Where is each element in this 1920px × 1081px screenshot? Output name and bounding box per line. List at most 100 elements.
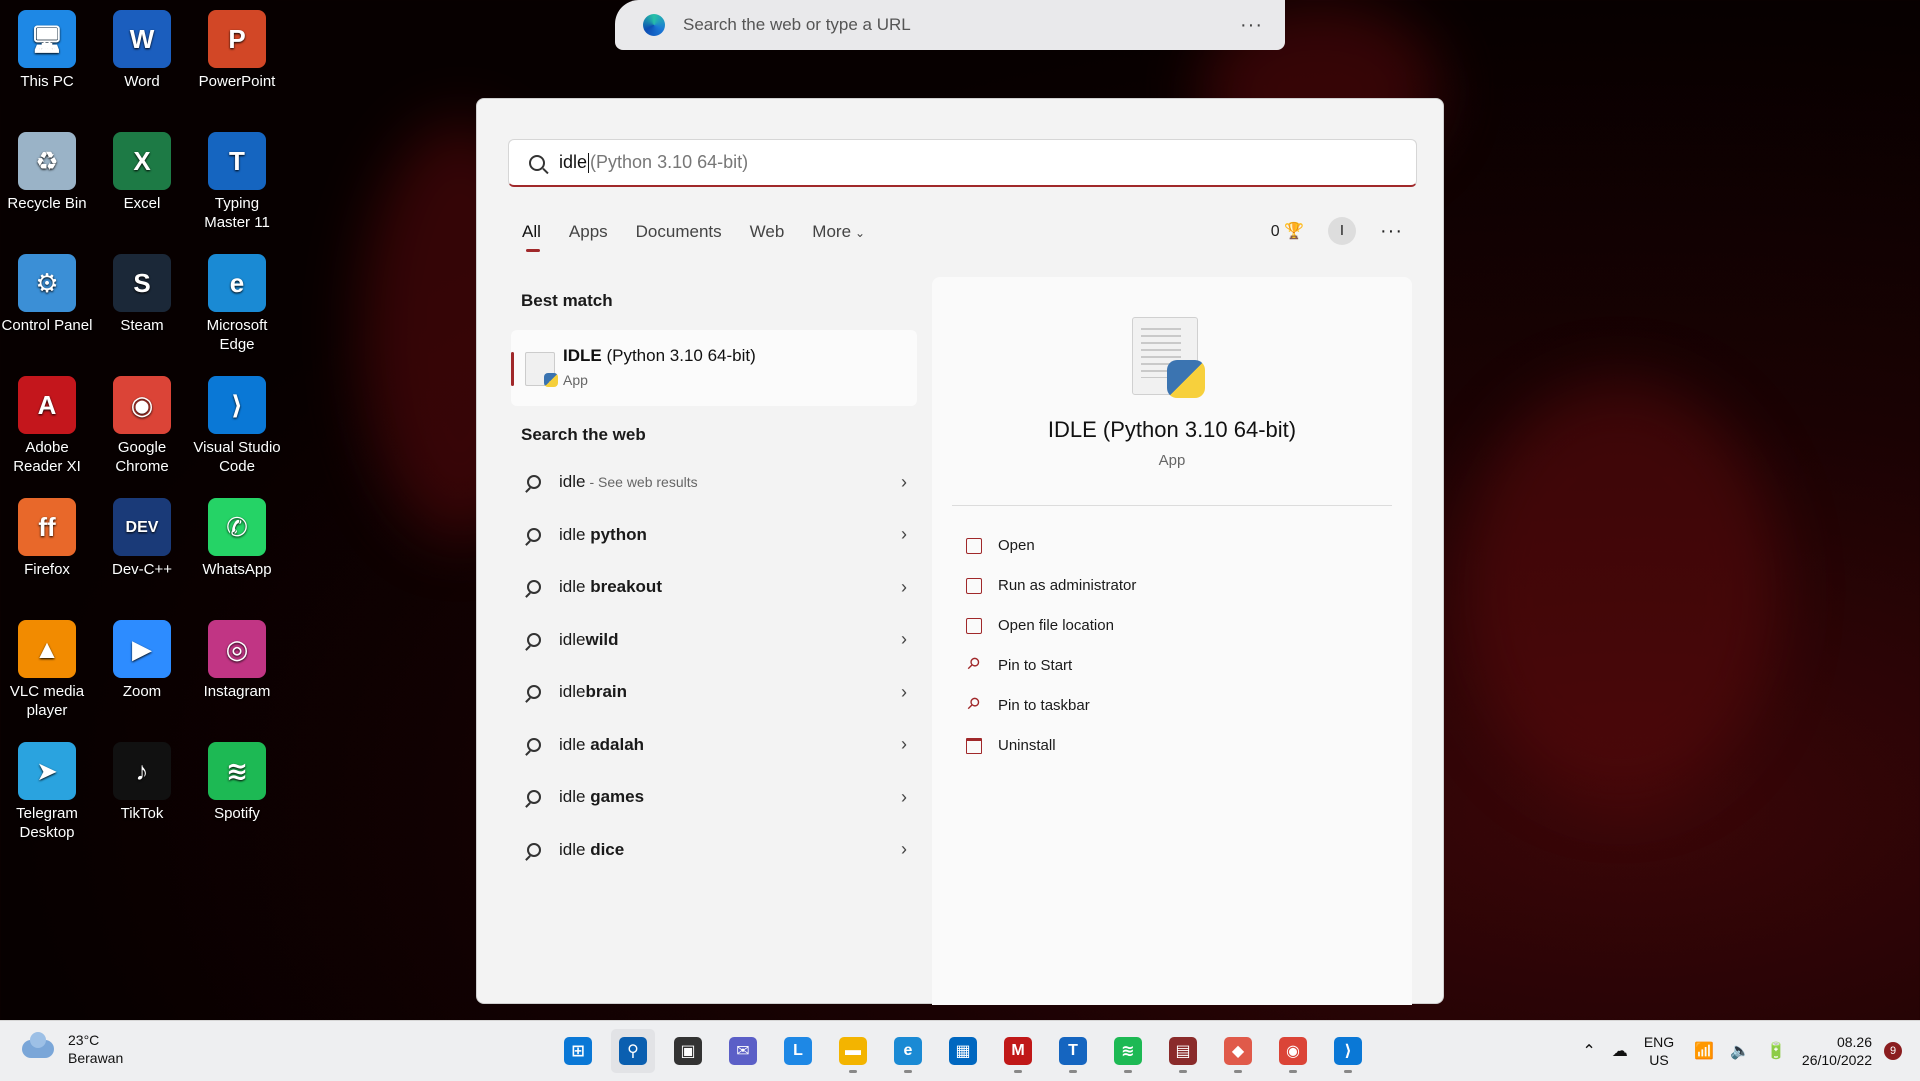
search-icon	[527, 685, 541, 699]
web-result-item[interactable]: idlewild ›	[527, 621, 907, 659]
desktop-icon-firefox[interactable]: ff Firefox	[0, 490, 94, 579]
search-toolbar: 0 🏆 I ···	[1271, 217, 1403, 245]
action-label: Pin to Start	[998, 657, 1073, 674]
battery-icon[interactable]: 🔋	[1766, 1041, 1786, 1061]
web-result-item[interactable]: idle - See web results ›	[527, 463, 907, 501]
tab-web[interactable]: Web	[750, 222, 785, 252]
web-result-query: idle dice	[559, 839, 625, 859]
running-indicator	[1289, 1070, 1297, 1073]
desktop-icon-spotify[interactable]: ≋ Spotify	[190, 734, 284, 823]
app-detail-type: App	[1158, 452, 1186, 469]
tab-apps[interactable]: Apps	[569, 222, 608, 252]
l-app-icon: L	[784, 1037, 812, 1065]
chevron-right-icon[interactable]: ›	[901, 629, 907, 650]
taskbar-chat[interactable]: ✉	[721, 1029, 765, 1073]
desktop-icon-word[interactable]: W Word	[95, 2, 189, 91]
search-input[interactable]: idle (Python 3.10 64-bit)	[508, 139, 1417, 187]
chevron-right-icon[interactable]: ›	[901, 577, 907, 598]
web-result-item[interactable]: idle games ›	[527, 778, 907, 816]
notification-badge[interactable]: 9	[1884, 1042, 1902, 1060]
browser-address-bar[interactable]: Search the web or type a URL ···	[615, 0, 1285, 50]
language-indicator[interactable]: ENG US	[1644, 1033, 1674, 1069]
volume-icon[interactable]: 🔈	[1730, 1041, 1750, 1061]
desktop-icon-google-chrome[interactable]: ◉ Google Chrome	[95, 368, 189, 476]
more-options-icon[interactable]: ···	[1240, 14, 1263, 37]
taskbar-start[interactable]: ⊞	[556, 1029, 600, 1073]
desktop-icon-instagram[interactable]: ◎ Instagram	[190, 612, 284, 701]
desktop-icon-label: Microsoft Edge	[206, 317, 268, 353]
desktop-icon-tiktok[interactable]: ♪ TikTok	[95, 734, 189, 823]
weather-widget[interactable]: 23°C Berawan	[22, 1031, 123, 1067]
taskbar-search[interactable]: ⚲	[611, 1029, 655, 1073]
desktop-icon-excel[interactable]: X Excel	[95, 124, 189, 213]
desktop-icon-label: VLC media player	[9, 683, 85, 719]
rewards-points[interactable]: 0 🏆	[1271, 221, 1304, 241]
best-match-result[interactable]: IDLE (Python 3.10 64-bit) App	[511, 330, 917, 406]
chevron-right-icon[interactable]: ›	[901, 472, 907, 493]
chevron-up-icon[interactable]: ⌃	[1582, 1041, 1595, 1061]
web-result-item[interactable]: idle adalah ›	[527, 726, 907, 764]
desktop-icon-powerpoint[interactable]: P PowerPoint	[190, 2, 284, 91]
chevron-right-icon[interactable]: ›	[901, 787, 907, 808]
web-result-item[interactable]: idle python ›	[527, 516, 907, 554]
tiktok-icon: ♪	[113, 742, 171, 800]
taskbar-chrome[interactable]: ◉	[1271, 1029, 1315, 1073]
clock[interactable]: 08.26 26/10/2022	[1802, 1033, 1872, 1069]
web-result-item[interactable]: idle breakout ›	[527, 568, 907, 606]
steam-icon: S	[113, 254, 171, 312]
address-placeholder[interactable]: Search the web or type a URL	[683, 15, 1240, 35]
chat-icon: ✉	[729, 1037, 757, 1065]
chevron-right-icon[interactable]: ›	[901, 524, 907, 545]
taskbar-git[interactable]: ◆	[1216, 1029, 1260, 1073]
web-result-item[interactable]: idle dice ›	[527, 831, 907, 869]
desktop-icon-typing-master-11[interactable]: T Typing Master 11	[190, 124, 284, 232]
spotify-icon: ≋	[208, 742, 266, 800]
account-avatar[interactable]: I	[1328, 217, 1357, 245]
desktop-icon-whatsapp[interactable]: ✆ WhatsApp	[190, 490, 284, 579]
wifi-icon[interactable]: 📶	[1694, 1041, 1714, 1061]
web-result-query: idle games	[559, 787, 645, 806]
taskbar-file-explorer[interactable]: ▬	[831, 1029, 875, 1073]
tab-more[interactable]: More ⌄	[812, 222, 865, 252]
desktop-icon-dev-c-[interactable]: DEV Dev-C++	[95, 490, 189, 579]
taskbar-vscode[interactable]: ⟩	[1326, 1029, 1370, 1073]
desktop-icon-this-pc[interactable]: 🖥 This PC	[0, 2, 94, 91]
tab-documents[interactable]: Documents	[636, 222, 722, 252]
desktop-icon-telegram-desktop[interactable]: ➤ Telegram Desktop	[0, 734, 94, 842]
taskbar-task-view[interactable]: ▣	[666, 1029, 710, 1073]
desktop-icon-visual-studio-code[interactable]: ⟩ Visual Studio Code	[190, 368, 284, 476]
adobe-reader-xi-icon: A	[18, 376, 76, 434]
taskbar-presenter[interactable]: ▤	[1161, 1029, 1205, 1073]
tab-all[interactable]: All	[522, 222, 541, 252]
chevron-right-icon[interactable]: ›	[901, 734, 907, 755]
action-open[interactable]: Open	[966, 537, 1035, 554]
taskbar-mcafee[interactable]: M	[996, 1029, 1040, 1073]
chevron-right-icon[interactable]: ›	[901, 682, 907, 703]
taskbar-edge[interactable]: e	[886, 1029, 930, 1073]
taskbar-typing-master[interactable]: T	[1051, 1029, 1095, 1073]
chevron-right-icon[interactable]: ›	[901, 839, 907, 860]
taskbar-spotify[interactable]: ≋	[1106, 1029, 1150, 1073]
action-uninstall[interactable]: Uninstall	[966, 737, 1056, 754]
desktop-icon-vlc-media-player[interactable]: ▲ VLC media player	[0, 612, 94, 720]
taskbar-store[interactable]: ▦	[941, 1029, 985, 1073]
action-open-file-location[interactable]: Open file location	[966, 617, 1114, 634]
onedrive-cloud-icon[interactable]: ☁	[1612, 1041, 1628, 1061]
web-result-item[interactable]: idlebrain ›	[527, 673, 907, 711]
desktop-icon-recycle-bin[interactable]: ♻ Recycle Bin	[0, 124, 94, 213]
microsoft-edge-icon: e	[208, 254, 266, 312]
taskbar-l-app[interactable]: L	[776, 1029, 820, 1073]
shield-admin-icon	[966, 577, 982, 594]
search-query[interactable]: idle	[559, 152, 587, 173]
more-options-icon[interactable]: ···	[1380, 220, 1403, 243]
desktop-icon-steam[interactable]: S Steam	[95, 246, 189, 335]
taskbar-apps: ⊞ ⚲ ▣ ✉ L ▬ e ▦ M T ≋ ▤ ◆ ◉ ⟩	[556, 1029, 1370, 1073]
action-pin-to-taskbar[interactable]: ⚲ Pin to taskbar	[963, 693, 1090, 714]
desktop-icon-control-panel[interactable]: ⚙ Control Panel	[0, 246, 94, 335]
action-run-as-administrator[interactable]: Run as administrator	[966, 577, 1136, 594]
desktop-icon-adobe-reader-xi[interactable]: A Adobe Reader XI	[0, 368, 94, 476]
action-pin-to-start[interactable]: ⚲ Pin to Start	[963, 653, 1073, 674]
desktop-icon-zoom[interactable]: ▶ Zoom	[95, 612, 189, 701]
best-match-heading: Best match	[521, 291, 613, 310]
desktop-icon-microsoft-edge[interactable]: e Microsoft Edge	[190, 246, 284, 354]
